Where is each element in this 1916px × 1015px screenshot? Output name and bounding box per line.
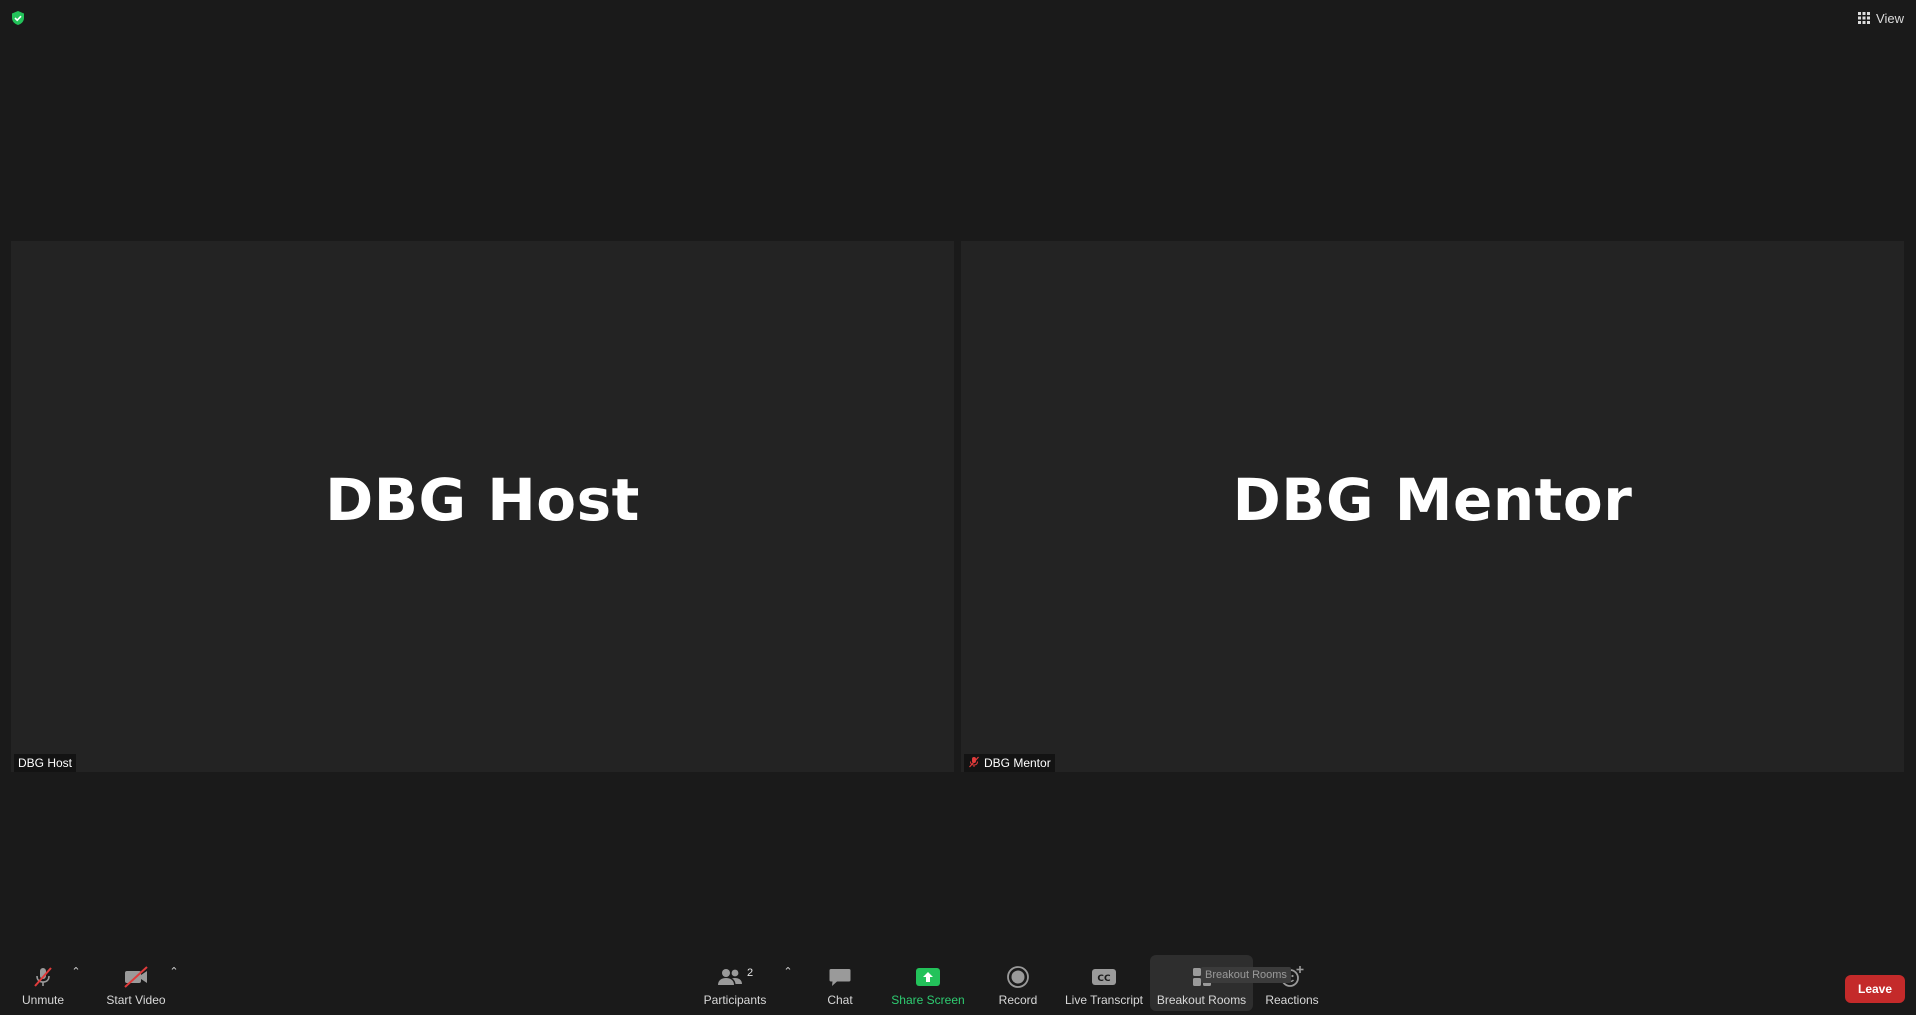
shield-check-icon[interactable] bbox=[10, 10, 26, 26]
live-transcript-label: Live Transcript bbox=[1064, 993, 1144, 1007]
record-label: Record bbox=[998, 993, 1038, 1007]
view-label: View bbox=[1876, 10, 1904, 26]
chat-bubble-icon bbox=[828, 964, 852, 990]
video-off-icon bbox=[122, 964, 150, 990]
grid-icon bbox=[1858, 12, 1871, 24]
participant-name-label: DBG Host bbox=[14, 754, 77, 772]
breakout-rooms-label: Breakout Rooms bbox=[1156, 993, 1247, 1007]
closed-captions-icon: CC bbox=[1091, 964, 1117, 990]
audio-options-caret[interactable]: ⌃ bbox=[69, 965, 83, 979]
unmute-label: Unmute bbox=[21, 993, 65, 1007]
live-transcript-button[interactable]: CC Live Transcript bbox=[1063, 951, 1145, 1015]
participants-button[interactable]: 2 Participants bbox=[702, 951, 768, 1015]
participant-display-name: DBG Mentor bbox=[1232, 466, 1633, 534]
record-icon bbox=[1006, 964, 1030, 990]
muted-mic-icon bbox=[31, 964, 55, 990]
share-screen-icon bbox=[915, 964, 941, 990]
reactions-button[interactable]: Reactions bbox=[1265, 951, 1319, 1015]
start-video-button[interactable]: Start Video bbox=[104, 951, 168, 1015]
reactions-label: Reactions bbox=[1265, 993, 1319, 1007]
participants-label: Participants bbox=[703, 993, 767, 1007]
record-button[interactable]: Record bbox=[993, 951, 1043, 1015]
participants-count: 2 bbox=[746, 967, 754, 979]
share-screen-button[interactable]: Share Screen bbox=[890, 951, 966, 1015]
participant-label-text: DBG Host bbox=[18, 756, 73, 770]
leave-button[interactable]: Leave bbox=[1845, 975, 1905, 1003]
chat-label: Chat bbox=[827, 993, 853, 1007]
participant-label-text: DBG Mentor bbox=[984, 756, 1051, 770]
chat-button[interactable]: Chat bbox=[820, 951, 860, 1015]
meeting-toolbar: Unmute ⌃ Start Video ⌃ 2 Participants ⌃ … bbox=[0, 951, 1916, 1015]
svg-text:CC: CC bbox=[1097, 974, 1111, 984]
breakout-rooms-button[interactable]: Breakout Rooms bbox=[1150, 955, 1253, 1011]
participant-name-label: DBG Mentor bbox=[964, 754, 1055, 772]
view-button[interactable]: View bbox=[1858, 9, 1904, 27]
share-screen-label: Share Screen bbox=[891, 993, 965, 1007]
breakout-rooms-tooltip: Breakout Rooms bbox=[1201, 967, 1291, 983]
start-video-label: Start Video bbox=[106, 993, 166, 1007]
unmute-button[interactable]: Unmute bbox=[16, 951, 70, 1015]
participants-options-caret[interactable]: ⌃ bbox=[781, 965, 795, 979]
meeting-window: View DBG Host DBG Host DBG Mentor DBG Me… bbox=[0, 0, 1916, 1015]
participant-display-name: DBG Host bbox=[325, 466, 640, 534]
video-options-caret[interactable]: ⌃ bbox=[167, 965, 181, 979]
participants-icon: 2 bbox=[717, 964, 753, 990]
video-tile-mentor[interactable]: DBG Mentor DBG Mentor bbox=[961, 241, 1904, 772]
muted-mic-icon bbox=[968, 756, 980, 771]
video-tile-host[interactable]: DBG Host DBG Host bbox=[11, 241, 954, 772]
